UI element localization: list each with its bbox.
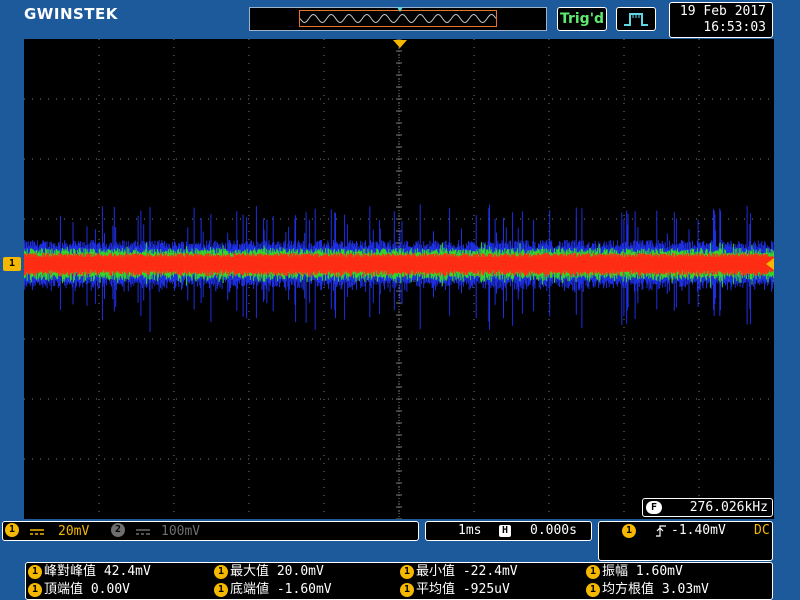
datetime-display: 19 Feb 2017 16:53:03 bbox=[669, 2, 773, 38]
waveform-graticule bbox=[24, 39, 774, 519]
trigger-position-marker-icon bbox=[393, 40, 407, 48]
memory-bar[interactable] bbox=[249, 7, 547, 31]
measurement-source-badge: 1 bbox=[214, 582, 228, 597]
measurement-source-badge: 1 bbox=[586, 582, 600, 597]
measurement-amplitude[interactable]: 1 振幅 1.60mV bbox=[586, 563, 683, 581]
ch1-ground-marker[interactable]: 1 bbox=[3, 257, 21, 271]
measurement-mean[interactable]: 1 平均值 -925uV bbox=[400, 581, 510, 599]
frequency-value: 276.026kHz bbox=[689, 500, 768, 515]
measurement-source-badge: 1 bbox=[400, 582, 414, 597]
measurement-source-badge: 1 bbox=[28, 564, 42, 579]
trigger-level[interactable]: -1.40mV bbox=[671, 522, 726, 540]
frequency-icon: F bbox=[646, 501, 662, 514]
timebase-scale[interactable]: 1ms bbox=[458, 522, 481, 540]
horizontal-position-icon bbox=[499, 525, 511, 537]
measurement-min[interactable]: 1 最小值 -22.4mV bbox=[400, 563, 518, 581]
waveform-display[interactable] bbox=[24, 39, 774, 519]
channel-status-bar[interactable]: 1 20mV 2 100mV bbox=[2, 521, 419, 541]
measurement-panel: 1 峰對峰值 42.4mV 1 最大值 20.0mV 1 最小值 -22.4mV 1振… bbox=[25, 562, 773, 600]
measurement-source-badge: 1 bbox=[28, 582, 42, 597]
pulse-trigger-icon bbox=[616, 7, 656, 31]
measurement-source-badge: 1 bbox=[586, 564, 600, 579]
trigger-mode-icon bbox=[624, 13, 648, 26]
trigger-status-bar[interactable]: 1 -1.40mV DC bbox=[598, 521, 773, 561]
date-text: 19 Feb 2017 bbox=[679, 4, 766, 19]
trigger-source-badge: 1 bbox=[622, 524, 636, 538]
measurement-rms[interactable]: 1 均方根值 3.03mV bbox=[586, 581, 709, 599]
timebase-position[interactable]: 0.000s bbox=[530, 522, 577, 540]
measurement-low[interactable]: 1 底端値 -1.60mV bbox=[214, 581, 332, 599]
ch2-dc-coupling-icon bbox=[135, 525, 151, 543]
memory-view-window[interactable] bbox=[299, 10, 497, 27]
dc-coupling-icon bbox=[29, 525, 45, 543]
time-text: 16:53:03 bbox=[703, 20, 766, 35]
measurement-peak-to-peak[interactable]: 1 峰對峰值 42.4mV bbox=[28, 563, 151, 581]
ch2-badge[interactable]: 2 bbox=[111, 523, 125, 537]
trigger-level-marker-icon bbox=[766, 258, 774, 270]
trigger-status-badge: Trig'd bbox=[557, 7, 607, 31]
measurement-source-badge: 1 bbox=[214, 564, 228, 579]
memory-waveform-preview bbox=[299, 13, 497, 24]
measurement-source-badge: 1 bbox=[400, 564, 414, 579]
timebase-status-bar[interactable]: 1ms 0.000s bbox=[425, 521, 592, 541]
trigger-coupling[interactable]: DC bbox=[754, 522, 770, 540]
ch1-badge[interactable]: 1 bbox=[5, 523, 19, 537]
brand-logo: GWINSTEK bbox=[24, 5, 118, 23]
ch2-scale[interactable]: 100mV bbox=[161, 523, 200, 541]
ch1-scale[interactable]: 20mV bbox=[58, 523, 89, 541]
measurement-max[interactable]: 1 最大值 20.0mV bbox=[214, 563, 324, 581]
rising-edge-icon bbox=[655, 524, 667, 544]
measurement-high[interactable]: 1 頂端值 0.00V bbox=[28, 581, 130, 599]
memory-trigger-marker-icon bbox=[397, 7, 403, 12]
frequency-counter: F 276.026kHz bbox=[642, 498, 773, 517]
